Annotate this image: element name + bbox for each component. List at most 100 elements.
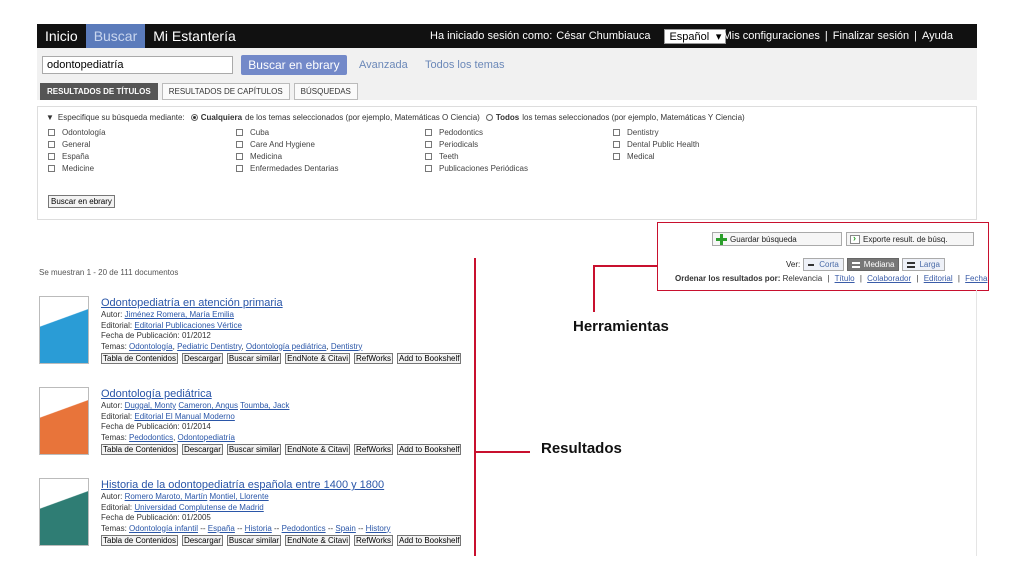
topic-checkbox-item[interactable]: Care And Hygiene xyxy=(236,139,425,150)
sort-contributor-link[interactable]: Colaborador xyxy=(867,274,911,283)
topic-link[interactable]: Pedodontics xyxy=(282,524,326,533)
checkbox[interactable] xyxy=(236,129,243,136)
topic-checkbox-item[interactable]: Periodicals xyxy=(425,139,613,150)
logout-link[interactable]: Finalizar sesión xyxy=(833,30,909,42)
nav-tab-buscar[interactable]: Buscar xyxy=(85,24,146,48)
action-button[interactable]: Descargar xyxy=(181,353,223,364)
tab-searches[interactable]: BÚSQUEDAS xyxy=(293,83,358,100)
action-button[interactable]: Add to Bookshelf xyxy=(396,535,462,546)
checkbox[interactable] xyxy=(425,165,432,172)
radio-all[interactable] xyxy=(485,114,493,121)
radio-any[interactable] xyxy=(190,114,198,121)
action-button[interactable]: Add to Bookshelf xyxy=(396,353,462,364)
result-title-link[interactable]: Historia de la odontopediatría española … xyxy=(101,478,461,492)
view-short-button[interactable]: Corta xyxy=(803,258,844,271)
view-long-button[interactable]: Larga xyxy=(902,258,945,271)
checkbox[interactable] xyxy=(236,165,243,172)
topic-checkbox-item[interactable]: Dentistry xyxy=(613,127,808,138)
author-link[interactable]: Montiel, Llorente xyxy=(210,492,269,501)
topic-link[interactable]: Odontología xyxy=(129,342,173,351)
view-medium-button[interactable]: Mediana xyxy=(846,258,900,271)
action-button[interactable]: RefWorks xyxy=(354,353,393,364)
book-cover-image[interactable] xyxy=(39,296,89,364)
topic-checkbox-item[interactable]: Pedodontics xyxy=(425,127,613,138)
action-button[interactable]: Tabla de Contenidos xyxy=(101,444,178,455)
checkbox[interactable] xyxy=(236,153,243,160)
author-link[interactable]: Duggal, Monty xyxy=(125,401,177,410)
checkbox[interactable] xyxy=(613,141,620,148)
topic-checkbox-item[interactable]: Publicaciones Periódicas xyxy=(425,163,613,174)
nav-tab-inicio[interactable]: Inicio xyxy=(37,24,86,48)
checkbox[interactable] xyxy=(236,141,243,148)
checkbox[interactable] xyxy=(613,153,620,160)
checkbox[interactable] xyxy=(425,141,432,148)
author-link[interactable]: Jiménez Romera, María Emilia xyxy=(125,310,234,319)
help-link[interactable]: Ayuda xyxy=(922,30,953,42)
sort-title-link[interactable]: Título xyxy=(835,274,855,283)
topic-checkbox-item[interactable]: Cuba xyxy=(236,127,425,138)
topic-link[interactable]: History xyxy=(366,524,391,533)
action-button[interactable]: Tabla de Contenidos xyxy=(101,353,178,364)
publisher-link[interactable]: Editorial Publicaciones Vértice xyxy=(134,321,242,330)
checkbox[interactable] xyxy=(48,165,55,172)
topic-checkbox-item[interactable]: España xyxy=(48,151,236,162)
topic-link[interactable]: Dentistry xyxy=(331,342,363,351)
topic-link[interactable]: Odontopediatría xyxy=(178,433,235,442)
action-button[interactable]: Descargar xyxy=(181,444,223,455)
action-button[interactable]: Add to Bookshelf xyxy=(396,444,462,455)
advanced-search-link[interactable]: Avanzada xyxy=(359,59,408,71)
checkbox[interactable] xyxy=(613,129,620,136)
action-button[interactable]: EndNote & Citavi xyxy=(285,535,351,546)
checkbox[interactable] xyxy=(48,153,55,160)
topic-link[interactable]: Odontología pediátrica xyxy=(246,342,327,351)
tab-title-results[interactable]: RESULTADOS DE TÍTULOS xyxy=(40,83,158,100)
search-button[interactable]: Buscar en ebrary xyxy=(241,55,347,75)
checkbox[interactable] xyxy=(425,153,432,160)
topic-link[interactable]: Odontología infantil xyxy=(129,524,198,533)
checkbox[interactable] xyxy=(48,141,55,148)
topic-checkbox-item[interactable]: Medicina xyxy=(236,151,425,162)
topic-checkbox-item[interactable]: Dental Public Health xyxy=(613,139,808,150)
action-button[interactable]: Buscar similar xyxy=(226,535,282,546)
checkbox[interactable] xyxy=(425,129,432,136)
collapse-triangle-icon[interactable]: ▼ xyxy=(46,113,54,122)
publisher-link[interactable]: Universidad Complutense de Madrid xyxy=(134,503,263,512)
topic-checkbox-item[interactable]: Teeth xyxy=(425,151,613,162)
checkbox[interactable] xyxy=(48,129,55,136)
result-title-link[interactable]: Odontología pediátrica xyxy=(101,387,461,401)
action-button[interactable]: Buscar similar xyxy=(226,353,282,364)
action-button[interactable]: Descargar xyxy=(181,535,223,546)
author-link[interactable]: Romero Maroto, Martín xyxy=(125,492,208,501)
author-link[interactable]: Toumba, Jack xyxy=(240,401,289,410)
topic-link[interactable]: Historia xyxy=(245,524,272,533)
action-button[interactable]: Tabla de Contenidos xyxy=(101,535,178,546)
topic-checkbox-item[interactable]: Medicine xyxy=(48,163,236,174)
author-link[interactable]: Cameron, Angus xyxy=(178,401,238,410)
search-input[interactable] xyxy=(42,56,233,74)
sort-date-link[interactable]: Fecha xyxy=(965,274,987,283)
action-button[interactable]: EndNote & Citavi xyxy=(285,444,351,455)
export-results-button[interactable]: Exporte result. de búsq. xyxy=(846,232,974,246)
action-button[interactable]: EndNote & Citavi xyxy=(285,353,351,364)
topic-checkbox-item[interactable]: Odontología xyxy=(48,127,236,138)
save-search-button[interactable]: Guardar búsqueda xyxy=(712,232,842,246)
action-button[interactable]: RefWorks xyxy=(354,444,393,455)
topic-checkbox-item[interactable]: Enfermedades Dentarias xyxy=(236,163,425,174)
topic-link[interactable]: Pediatric Dentistry xyxy=(177,342,241,351)
book-cover-image[interactable] xyxy=(39,478,89,546)
settings-link[interactable]: Mis configuraciones xyxy=(723,30,820,42)
action-button[interactable]: RefWorks xyxy=(354,535,393,546)
book-cover-image[interactable] xyxy=(39,387,89,455)
all-topics-link[interactable]: Todos los temas xyxy=(425,59,504,71)
publisher-link[interactable]: Editorial El Manual Moderno xyxy=(134,412,235,421)
topic-link[interactable]: Spain xyxy=(335,524,355,533)
action-button[interactable]: Buscar similar xyxy=(226,444,282,455)
result-title-link[interactable]: Odontopediatría en atención primaria xyxy=(101,296,461,310)
topic-checkbox-item[interactable]: General xyxy=(48,139,236,150)
language-select[interactable]: Español ▾ xyxy=(664,28,727,44)
filter-search-button[interactable]: Buscar en ebrary xyxy=(48,195,115,208)
sort-publisher-link[interactable]: Editorial xyxy=(924,274,953,283)
tab-chapter-results[interactable]: RESULTADOS DE CAPÍTULOS xyxy=(161,83,290,100)
topic-link[interactable]: Pedodontics xyxy=(129,433,173,442)
topic-link[interactable]: España xyxy=(208,524,235,533)
